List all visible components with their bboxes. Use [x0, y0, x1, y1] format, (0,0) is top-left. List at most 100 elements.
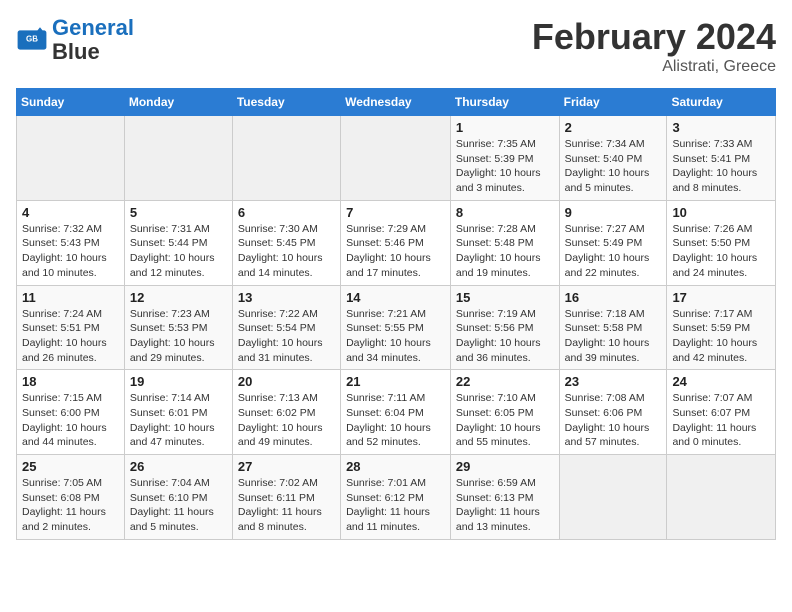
day-info: Sunrise: 7:18 AM Sunset: 5:58 PM Dayligh… [565, 307, 662, 366]
day-cell: 11 Sunrise: 7:24 AM Sunset: 5:51 PM Dayli… [17, 285, 125, 370]
day-number: 19 [130, 374, 227, 389]
day-info: Sunrise: 7:31 AM Sunset: 5:44 PM Dayligh… [130, 222, 227, 281]
title-block: February 2024 Alistrati, Greece [532, 16, 776, 76]
day-cell: 3Sunrise: 7:33 AM Sunset: 5:41 PM Daylig… [667, 116, 776, 201]
day-info: Sunrise: 7:35 AM Sunset: 5:39 PM Dayligh… [456, 137, 554, 196]
header-cell-thursday: Thursday [450, 89, 559, 116]
day-cell: 2 Sunrise: 7:34 AM Sunset: 5:40 PM Daylig… [559, 116, 667, 201]
day-info: Sunrise: 7:21 AM Sunset: 5:55 PM Dayligh… [346, 307, 445, 366]
header-cell-wednesday: Wednesday [341, 89, 451, 116]
calendar-table: SundayMondayTuesdayWednesdayThursdayFrid… [16, 88, 776, 540]
day-info: Sunrise: 7:26 AM Sunset: 5:50 PM Dayligh… [672, 222, 770, 281]
header-cell-friday: Friday [559, 89, 667, 116]
day-info: Sunrise: 7:34 AM Sunset: 5:40 PM Dayligh… [565, 137, 662, 196]
subtitle: Alistrati, Greece [532, 58, 776, 76]
day-number: 12 [130, 290, 227, 305]
week-row-3: 11 Sunrise: 7:24 AM Sunset: 5:51 PM Dayli… [17, 285, 776, 370]
day-number: 10 [672, 205, 770, 220]
day-number: 15 [456, 290, 554, 305]
day-number: 22 [456, 374, 554, 389]
logo-icon: GB [16, 24, 48, 56]
day-number: 2 [565, 120, 662, 135]
day-info: Sunrise: 7:14 AM Sunset: 6:01 PM Dayligh… [130, 391, 227, 450]
day-info: Sunrise: 7:07 AM Sunset: 6:07 PM Dayligh… [672, 391, 770, 450]
logo-text: GeneralBlue [52, 16, 134, 64]
week-row-5: 25Sunrise: 7:05 AM Sunset: 6:08 PM Dayli… [17, 455, 776, 540]
day-info: Sunrise: 7:10 AM Sunset: 6:05 PM Dayligh… [456, 391, 554, 450]
header-row: SundayMondayTuesdayWednesdayThursdayFrid… [17, 89, 776, 116]
day-number: 8 [456, 205, 554, 220]
day-number: 1 [456, 120, 554, 135]
day-cell: 18Sunrise: 7:15 AM Sunset: 6:00 PM Dayli… [17, 370, 125, 455]
day-number: 5 [130, 205, 227, 220]
day-cell [667, 455, 776, 540]
day-info: Sunrise: 7:13 AM Sunset: 6:02 PM Dayligh… [238, 391, 335, 450]
day-info: Sunrise: 7:02 AM Sunset: 6:11 PM Dayligh… [238, 476, 335, 535]
day-number: 4 [22, 205, 119, 220]
day-number: 23 [565, 374, 662, 389]
day-cell: 27 Sunrise: 7:02 AM Sunset: 6:11 PM Dayli… [232, 455, 340, 540]
day-cell: 19 Sunrise: 7:14 AM Sunset: 6:01 PM Dayli… [124, 370, 232, 455]
svg-text:GB: GB [26, 35, 38, 44]
day-cell: 5 Sunrise: 7:31 AM Sunset: 5:44 PM Daylig… [124, 200, 232, 285]
day-cell: 21Sunrise: 7:11 AM Sunset: 6:04 PM Dayli… [341, 370, 451, 455]
day-number: 14 [346, 290, 445, 305]
day-cell [341, 116, 451, 201]
day-cell: 25Sunrise: 7:05 AM Sunset: 6:08 PM Dayli… [17, 455, 125, 540]
day-cell: 28 Sunrise: 7:01 AM Sunset: 6:12 PM Dayli… [341, 455, 451, 540]
day-info: Sunrise: 7:29 AM Sunset: 5:46 PM Dayligh… [346, 222, 445, 281]
day-number: 9 [565, 205, 662, 220]
day-cell: 13 Sunrise: 7:22 AM Sunset: 5:54 PM Dayli… [232, 285, 340, 370]
day-cell: 10 Sunrise: 7:26 AM Sunset: 5:50 PM Dayli… [667, 200, 776, 285]
day-number: 16 [565, 290, 662, 305]
day-info: Sunrise: 7:30 AM Sunset: 5:45 PM Dayligh… [238, 222, 335, 281]
logo: GB GeneralBlue [16, 16, 134, 64]
day-cell: 29 Sunrise: 6:59 AM Sunset: 6:13 PM Dayli… [450, 455, 559, 540]
day-number: 17 [672, 290, 770, 305]
day-cell: 24 Sunrise: 7:07 AM Sunset: 6:07 PM Dayli… [667, 370, 776, 455]
day-cell: 16 Sunrise: 7:18 AM Sunset: 5:58 PM Dayli… [559, 285, 667, 370]
day-info: Sunrise: 7:01 AM Sunset: 6:12 PM Dayligh… [346, 476, 445, 535]
day-info: Sunrise: 7:24 AM Sunset: 5:51 PM Dayligh… [22, 307, 119, 366]
day-number: 6 [238, 205, 335, 220]
day-info: Sunrise: 7:11 AM Sunset: 6:04 PM Dayligh… [346, 391, 445, 450]
day-cell: 26 Sunrise: 7:04 AM Sunset: 6:10 PM Dayli… [124, 455, 232, 540]
day-number: 18 [22, 374, 119, 389]
day-cell [124, 116, 232, 201]
day-info: Sunrise: 7:04 AM Sunset: 6:10 PM Dayligh… [130, 476, 227, 535]
day-cell: 17 Sunrise: 7:17 AM Sunset: 5:59 PM Dayli… [667, 285, 776, 370]
day-cell: 22 Sunrise: 7:10 AM Sunset: 6:05 PM Dayli… [450, 370, 559, 455]
day-number: 24 [672, 374, 770, 389]
day-number: 20 [238, 374, 335, 389]
day-number: 7 [346, 205, 445, 220]
day-number: 29 [456, 459, 554, 474]
day-info: Sunrise: 7:08 AM Sunset: 6:06 PM Dayligh… [565, 391, 662, 450]
day-cell: 12 Sunrise: 7:23 AM Sunset: 5:53 PM Dayli… [124, 285, 232, 370]
day-cell: 4 Sunrise: 7:32 AM Sunset: 5:43 PM Daylig… [17, 200, 125, 285]
day-info: Sunrise: 7:32 AM Sunset: 5:43 PM Dayligh… [22, 222, 119, 281]
day-info: Sunrise: 7:22 AM Sunset: 5:54 PM Dayligh… [238, 307, 335, 366]
day-cell [559, 455, 667, 540]
day-info: Sunrise: 7:33 AM Sunset: 5:41 PM Dayligh… [672, 137, 770, 196]
calendar-header: SundayMondayTuesdayWednesdayThursdayFrid… [17, 89, 776, 116]
day-cell: 8Sunrise: 7:28 AM Sunset: 5:48 PM Daylig… [450, 200, 559, 285]
day-cell [232, 116, 340, 201]
week-row-1: 1 Sunrise: 7:35 AM Sunset: 5:39 PM Daylig… [17, 116, 776, 201]
day-info: Sunrise: 7:23 AM Sunset: 5:53 PM Dayligh… [130, 307, 227, 366]
day-number: 13 [238, 290, 335, 305]
day-info: Sunrise: 7:05 AM Sunset: 6:08 PM Dayligh… [22, 476, 119, 535]
day-number: 27 [238, 459, 335, 474]
day-number: 28 [346, 459, 445, 474]
header-cell-tuesday: Tuesday [232, 89, 340, 116]
day-number: 26 [130, 459, 227, 474]
day-info: Sunrise: 7:27 AM Sunset: 5:49 PM Dayligh… [565, 222, 662, 281]
page-header: GB GeneralBlue February 2024 Alistrati, … [16, 16, 776, 76]
day-cell: 15 Sunrise: 7:19 AM Sunset: 5:56 PM Dayli… [450, 285, 559, 370]
day-info: Sunrise: 7:17 AM Sunset: 5:59 PM Dayligh… [672, 307, 770, 366]
day-info: Sunrise: 7:19 AM Sunset: 5:56 PM Dayligh… [456, 307, 554, 366]
day-number: 11 [22, 290, 119, 305]
week-row-4: 18Sunrise: 7:15 AM Sunset: 6:00 PM Dayli… [17, 370, 776, 455]
main-title: February 2024 [532, 16, 776, 58]
day-info: Sunrise: 6:59 AM Sunset: 6:13 PM Dayligh… [456, 476, 554, 535]
day-cell [17, 116, 125, 201]
